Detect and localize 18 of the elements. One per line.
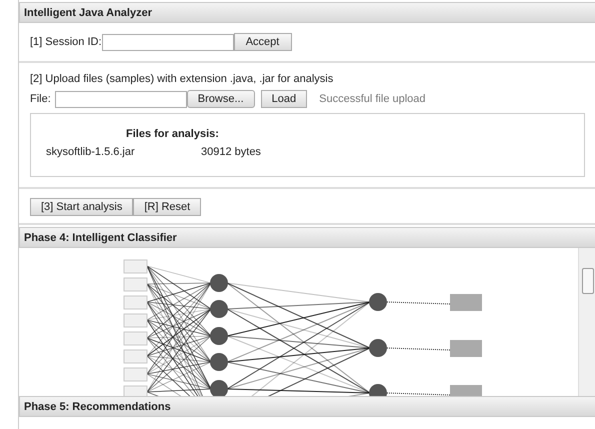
phase-5-title: Phase 5: Recommendations: [19, 396, 595, 417]
upload-instruction: [2] Upload files (samples) with extension .java, .jar for analysis: [30, 73, 334, 85]
browse-button[interactable]: Browse...: [186, 90, 255, 108]
file-label: File:: [30, 93, 51, 105]
accept-button[interactable]: Accept: [234, 33, 292, 51]
phase-4-title: Phase 4: Intelligent Classifier: [19, 227, 595, 248]
file-field[interactable]: [54, 90, 187, 108]
session-id-label: [1] Session ID:: [30, 36, 102, 48]
file-size: 30912 bytes: [201, 146, 261, 158]
file-name: skysoftlib-1.5.6.jar: [46, 146, 136, 158]
scrollbar[interactable]: [578, 248, 595, 396]
upload-status: Successful file upload: [319, 93, 426, 105]
app-title: Intelligent Java Analyzer: [19, 2, 595, 23]
files-heading: Files for analysis:: [126, 128, 220, 140]
load-button[interactable]: Load: [260, 90, 308, 108]
action-button[interactable]: [R] Reset: [133, 198, 202, 216]
action-button[interactable]: [3] Start analysis: [30, 198, 134, 216]
session-id-field[interactable]: [102, 34, 234, 50]
